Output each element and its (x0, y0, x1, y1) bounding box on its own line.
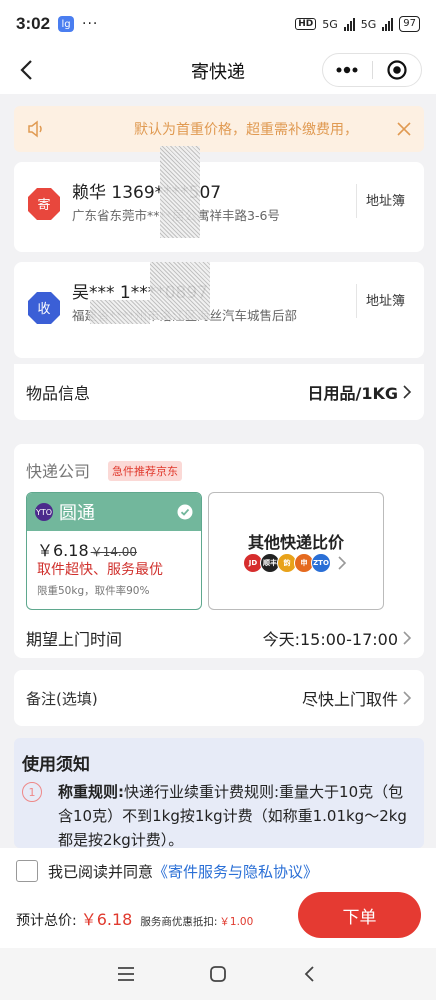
courier-slogan: 取件超快、服务最优 (37, 562, 163, 578)
back-button[interactable] (14, 56, 42, 84)
chevron-left-icon (20, 60, 32, 80)
agreement-text: 我已阅读并同意 (48, 862, 154, 881)
weight-notice-banner: 默认为首重价格，超重需补缴费用， (14, 106, 424, 152)
target-close-icon (387, 60, 407, 80)
network-label-1: 5G (322, 17, 338, 31)
svg-text:寄: 寄 (37, 197, 50, 213)
privacy-scribble (160, 146, 200, 238)
total-amount: ￥6.18 (80, 910, 133, 929)
divider (356, 184, 357, 218)
notice-text: 默认为首重价格，超重需补缴费用， (134, 122, 358, 138)
receiver-badge-icon: 收 (28, 292, 60, 324)
system-back-button[interactable] (298, 962, 322, 986)
network-label-2: 5G (360, 17, 377, 31)
sender-address: 广东省东莞市****居公寓祥丰路3-6号 (72, 206, 348, 226)
sender-address-book-button[interactable]: 地址簿 (366, 190, 405, 209)
receiver-card[interactable]: 收 吴*** 1****0897 福建省****州市洛江区海丝汽车城售后部 地址… (14, 262, 424, 358)
chevron-right-icon (403, 631, 412, 645)
weight-rule-text: 称重规则:快递行业续重计费规则:重量大于10克（包含10克）不到1kg按1kg计… (58, 780, 414, 848)
battery-icon: 97 (399, 16, 420, 32)
chevron-right-icon (403, 691, 412, 705)
note-number-badge: 1 (22, 782, 42, 802)
compare-title: 其他快递比价 (247, 533, 344, 552)
sender-badge-icon: 寄 (28, 188, 60, 220)
agreement-checkbox[interactable] (16, 860, 38, 882)
menu-icon (118, 967, 134, 981)
compare-couriers-option[interactable]: 其他快递比价 JD 顺丰 韵 申 ZTO (208, 492, 384, 610)
order-footer: 我已阅读并同意 《寄件服务与隐私协议》 预计总价: ￥6.18 服务商优惠抵扣:… (0, 848, 436, 948)
zto-logo-icon: ZTO (311, 553, 331, 573)
app-notification-icon: lg (58, 16, 75, 32)
usage-notes-heading: 使用须知 (22, 755, 90, 775)
page-title: 寄快递 (191, 62, 245, 83)
chevron-right-icon (338, 556, 347, 570)
courier-old-price: ￥14.00 (90, 545, 137, 559)
courier-detail: 限重50kg，取件率90% (37, 585, 150, 597)
goods-value: 日用品/1KG (307, 384, 398, 403)
hd-icon: HD (295, 18, 317, 30)
more-button[interactable] (323, 54, 372, 86)
signal-icon (382, 17, 394, 31)
courier-card: 快递公司 急件推荐京东 YTO 圆通 ￥6.18 ￥14.00 取件超快、服务最优… (14, 444, 424, 658)
remark-label: 备注(选填) (26, 689, 98, 708)
courier-option-yto[interactable]: YTO 圆通 ￥6.18 ￥14.00 取件超快、服务最优 限重50kg，取件率9… (26, 492, 202, 610)
chevron-left-icon (304, 966, 314, 982)
close-mini-program-button[interactable] (372, 54, 421, 86)
usage-notes: 使用须知 1 称重规则:快递行业续重计费规则:重量大于10克（包含10克）不到1… (14, 738, 424, 848)
signal-icon (343, 17, 355, 31)
remark-value: 尽快上门取件 (301, 690, 398, 709)
more-dots-icon (336, 66, 358, 74)
receiver-address-book-button[interactable]: 地址簿 (366, 290, 405, 309)
home-square-icon (210, 966, 226, 982)
home-button[interactable] (206, 962, 230, 986)
goods-label: 物品信息 (26, 384, 91, 403)
system-nav-bar (0, 948, 436, 1000)
discount-label: 服务商优惠抵扣: (140, 916, 218, 928)
divider (356, 284, 357, 318)
status-time: 3:02 (16, 14, 51, 33)
submit-order-button[interactable]: 下单 (298, 892, 421, 938)
privacy-scribble (90, 300, 150, 324)
courier-name: 圆通 (59, 503, 95, 524)
courier-option-header: YTO 圆通 (27, 493, 201, 531)
courier-price: ￥6.18 ￥14.00 (37, 541, 137, 560)
courier-recommend-tag: 急件推荐京东 (108, 461, 182, 481)
discount-amount: ￥1.00 (219, 916, 254, 928)
sender-card[interactable]: 寄 赖华 1369****507 广东省东莞市****居公寓祥丰路3-6号 地址… (14, 162, 424, 252)
pickup-time-value: 今天:15:00-17:00 (262, 630, 398, 649)
mini-program-capsule (322, 53, 422, 87)
status-bar: 3:02 lg ··· HD 5G 5G 97 (0, 0, 436, 48)
total-label: 预计总价: (16, 913, 77, 929)
courier-label: 快递公司 (26, 462, 91, 481)
close-icon[interactable] (396, 121, 412, 137)
check-circle-icon (177, 504, 193, 520)
more-notifications-icon: ··· (82, 16, 99, 32)
weight-rule-title: 称重规则: (58, 783, 124, 801)
remark-row[interactable]: 备注(选填) 尽快上门取件 (14, 670, 424, 726)
goods-info-row[interactable]: 物品信息 日用品/1KG (14, 364, 424, 420)
agreement-link[interactable]: 《寄件服务与隐私协议》 (153, 861, 318, 882)
menu-button[interactable] (114, 962, 138, 986)
total-price-row: 预计总价: ￥6.18 服务商优惠抵扣: ￥1.00 (16, 906, 253, 930)
courier-logos: JD 顺丰 韵 申 ZTO (243, 553, 347, 573)
nav-bar: 寄快递 (0, 48, 436, 94)
pickup-time-row[interactable]: 期望上门时间 今天:15:00-17:00 (26, 626, 412, 650)
pickup-time-label: 期望上门时间 (26, 630, 123, 649)
svg-text:收: 收 (37, 302, 50, 317)
chevron-right-icon (403, 385, 412, 399)
speaker-icon (28, 120, 42, 138)
privacy-scribble (150, 262, 210, 320)
agreement-row: 我已阅读并同意 《寄件服务与隐私协议》 (16, 860, 318, 882)
yto-logo-icon: YTO (35, 503, 53, 521)
